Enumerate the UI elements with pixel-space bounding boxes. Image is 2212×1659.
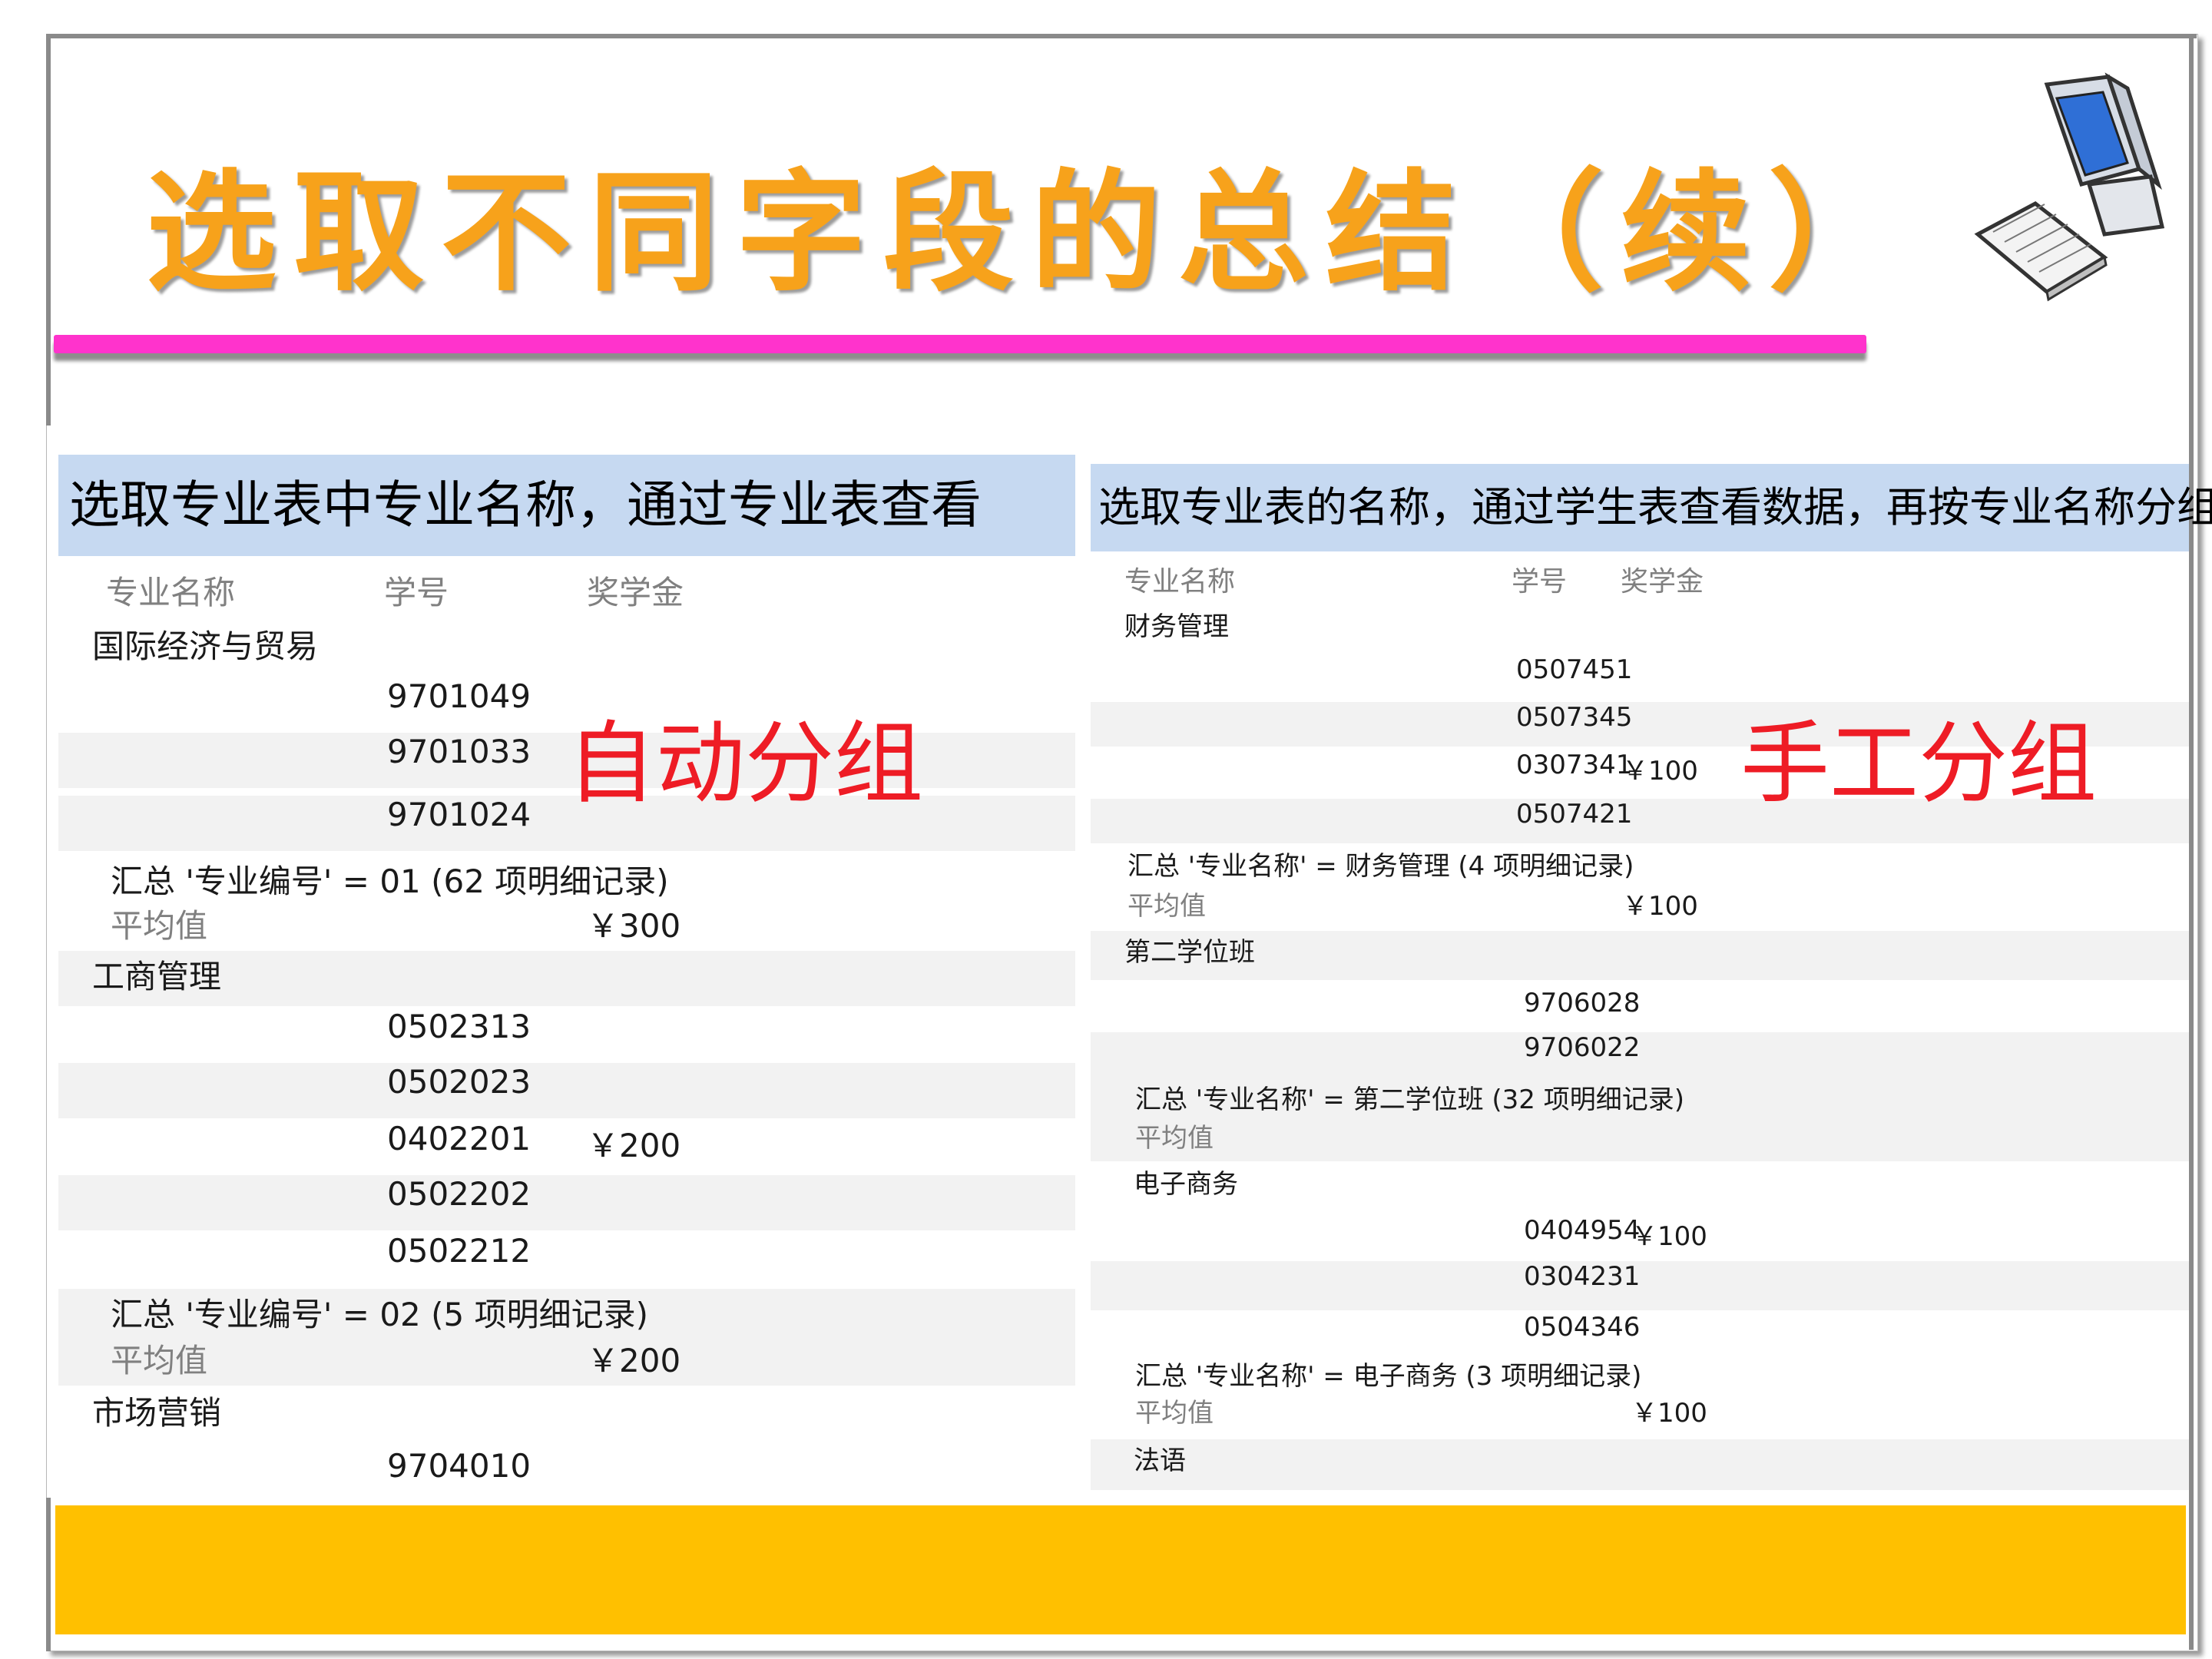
left-student-id: 0402201 bbox=[387, 1120, 531, 1157]
table-row: 电子商务 bbox=[1091, 1163, 2189, 1212]
left-student-id: 9701049 bbox=[387, 677, 531, 715]
table-row: 9704010 bbox=[58, 1447, 1075, 1502]
right-caption: 选取专业表的名称，通过学生表查看数据，再按专业名称分组 bbox=[1091, 464, 2212, 551]
left-student-id: 0502202 bbox=[387, 1175, 531, 1213]
right-average-label: 平均值 bbox=[1135, 1123, 1214, 1154]
right-group-label: 法语 bbox=[1134, 1445, 1186, 1476]
table-row: 0502023 bbox=[58, 1063, 1075, 1118]
right-student-id: 0404954 bbox=[1524, 1215, 1641, 1246]
right-average-label: 平均值 bbox=[1128, 891, 1206, 922]
frame-edge-top bbox=[46, 34, 2197, 38]
table-row: 财务管理 bbox=[1091, 605, 2189, 650]
right-student-id: 0504346 bbox=[1524, 1312, 1641, 1343]
table-row: 平均值 ￥100 bbox=[1091, 1392, 2189, 1436]
table-row: 汇总 '专业名称' = 第二学位班 (32 项明细记录) bbox=[1091, 1078, 2189, 1120]
table-row: 汇总 '专业名称' = 财务管理 (4 项明细记录) bbox=[1091, 845, 2189, 886]
right-summary-label: 汇总 '专业名称' = 电子商务 (3 项明细记录) bbox=[1135, 1361, 1642, 1392]
table-row: 第二学位班 bbox=[1091, 931, 2189, 980]
left-student-id: 0502313 bbox=[387, 1008, 531, 1045]
left-report-panel: 选取专业表中专业名称，通过专业表查看 专业名称 学号 奖学金 国际经济与贸易 9… bbox=[58, 455, 1075, 1499]
table-row: 平均值 ￥300 bbox=[58, 900, 1075, 948]
table-row: 平均值 bbox=[1091, 1117, 2189, 1161]
right-student-id: 9706028 bbox=[1524, 988, 1641, 1018]
right-summary-label: 汇总 '专业名称' = 财务管理 (4 项明细记录) bbox=[1128, 851, 1634, 882]
right-header-row: 专业名称 学号 奖学金 bbox=[1091, 559, 2189, 598]
left-header-major: 专业名称 bbox=[106, 574, 236, 611]
left-group-label: 市场营销 bbox=[92, 1394, 222, 1432]
table-row: 平均值 ￥100 bbox=[1091, 885, 2189, 929]
table-row: 0502202 bbox=[58, 1175, 1075, 1230]
right-scholarship-value: ￥100 bbox=[1622, 756, 1698, 786]
table-row: 汇总 '专业名称' = 电子商务 (3 项明细记录) bbox=[1091, 1355, 2189, 1396]
table-row: 国际经济与贸易 bbox=[58, 621, 1075, 676]
table-row: 平均值 ￥200 bbox=[58, 1335, 1075, 1386]
right-average-value: ￥100 bbox=[1631, 1398, 1707, 1429]
right-scholarship-value: ￥100 bbox=[1631, 1221, 1707, 1252]
table-row: 0402201 ￥200 bbox=[58, 1120, 1075, 1175]
table-row: 0502212 bbox=[58, 1232, 1075, 1287]
right-average-label: 平均值 bbox=[1135, 1398, 1214, 1429]
left-scholarship-value: ￥200 bbox=[587, 1127, 681, 1164]
manual-group-overlay: 手工分组 bbox=[1740, 712, 2097, 816]
table-row: 9706028 bbox=[1091, 988, 2189, 1032]
right-student-id: 9706022 bbox=[1524, 1032, 1641, 1063]
right-student-id: 0304231 bbox=[1524, 1261, 1641, 1292]
title-underline-bar bbox=[54, 335, 1866, 353]
frame-edge-left-lower bbox=[46, 1498, 51, 1651]
computer-icon bbox=[1974, 72, 2165, 302]
table-row: 0404954 ￥100 bbox=[1091, 1215, 2189, 1260]
left-summary-label: 汇总 '专业编号' = 02 (5 项明细记录) bbox=[111, 1296, 648, 1333]
left-caption: 选取专业表中专业名称，通过专业表查看 bbox=[58, 455, 1075, 556]
left-student-id: 0502212 bbox=[387, 1232, 531, 1270]
left-student-id: 9701024 bbox=[387, 796, 531, 833]
table-row: 汇总 '专业编号' = 02 (5 项明细记录) bbox=[58, 1289, 1075, 1336]
table-row: 0504346 bbox=[1091, 1312, 2189, 1356]
right-student-id: 0507345 bbox=[1516, 702, 1633, 733]
frame-edge-left bbox=[46, 34, 51, 426]
right-report-panel: 选取专业表的名称，通过学生表查看数据，再按专业名称分组 专业名称 学号 奖学金 … bbox=[1091, 464, 2212, 1508]
left-average-value: ￥300 bbox=[587, 907, 681, 945]
left-summary-label: 汇总 '专业编号' = 01 (62 项明细记录) bbox=[111, 863, 669, 900]
right-group-label: 电子商务 bbox=[1134, 1169, 1238, 1200]
table-row: 工商管理 bbox=[58, 951, 1075, 1006]
left-average-value: ￥200 bbox=[587, 1342, 681, 1379]
right-header-scholarship: 奖学金 bbox=[1621, 566, 1704, 598]
left-average-label: 平均值 bbox=[111, 907, 208, 945]
slide-title: 选取不同字段的总结（续） bbox=[146, 156, 1916, 310]
table-row: 市场营销 bbox=[58, 1387, 1075, 1442]
left-student-id: 9701033 bbox=[387, 733, 531, 770]
right-average-value: ￥100 bbox=[1622, 891, 1698, 922]
left-header-row: 专业名称 学号 奖学金 bbox=[58, 567, 1075, 613]
right-student-id: 0307341 bbox=[1516, 750, 1633, 780]
right-group-label: 第二学位班 bbox=[1124, 937, 1255, 968]
left-average-label: 平均值 bbox=[111, 1342, 208, 1379]
left-group-label: 工商管理 bbox=[92, 958, 222, 995]
left-group-label: 国际经济与贸易 bbox=[92, 628, 319, 665]
right-header-major: 专业名称 bbox=[1124, 566, 1236, 598]
footer-bar bbox=[55, 1505, 2186, 1634]
right-student-id: 0507421 bbox=[1516, 799, 1633, 830]
right-header-student-id: 学号 bbox=[1512, 566, 1568, 598]
table-row: 0502313 bbox=[58, 1008, 1075, 1063]
left-student-id: 0502023 bbox=[387, 1063, 531, 1101]
left-student-id: 9704010 bbox=[387, 1447, 531, 1485]
left-header-scholarship: 奖学金 bbox=[587, 574, 684, 611]
table-row: 法语 bbox=[1091, 1439, 2189, 1490]
table-row: 汇总 '专业编号' = 01 (62 项明细记录) bbox=[58, 856, 1075, 903]
right-summary-label: 汇总 '专业名称' = 第二学位班 (32 项明细记录) bbox=[1135, 1084, 1685, 1115]
right-group-label: 财务管理 bbox=[1124, 611, 1229, 642]
table-row: 9706022 bbox=[1091, 1032, 2189, 1081]
right-student-id: 0507451 bbox=[1516, 654, 1633, 685]
auto-group-overlay: 自动分组 bbox=[567, 712, 923, 816]
table-row: 0304231 bbox=[1091, 1261, 2189, 1310]
left-header-student-id: 学号 bbox=[384, 574, 449, 611]
